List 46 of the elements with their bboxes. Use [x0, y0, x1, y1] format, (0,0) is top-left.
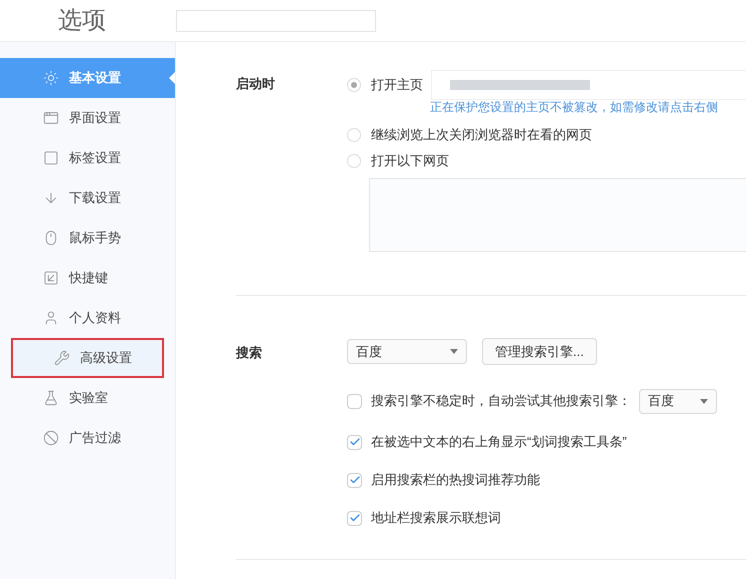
pages-field[interactable] — [369, 178, 746, 252]
sidebar-item[interactable]: 实验室 — [0, 378, 175, 418]
section-label: 启动时 — [236, 75, 276, 93]
tab-icon — [43, 150, 59, 166]
download-icon — [43, 190, 59, 206]
sidebar-item[interactable]: 下载设置 — [0, 178, 175, 218]
checkbox-label: 在被选中文本的右上角显示“划词搜索工具条” — [371, 433, 627, 452]
checkbox[interactable] — [347, 472, 362, 488]
sun-icon — [43, 70, 59, 86]
dropdown-arrow-icon — [450, 349, 458, 354]
radio-button[interactable] — [347, 78, 361, 92]
manage-engines-button[interactable]: 管理搜索引擎... — [482, 338, 597, 365]
radio-button[interactable] — [347, 128, 361, 142]
checkbox-label: 搜索引擎不稳定时，自动尝试其他搜索引擎： — [371, 392, 631, 410]
sidebar-item[interactable]: 标签设置 — [0, 138, 175, 178]
engine-dropdown[interactable]: 百度 — [347, 339, 467, 364]
checkbox[interactable] — [347, 434, 362, 450]
window-icon — [43, 110, 59, 126]
shortcut-icon — [43, 270, 59, 286]
engine-dropdown[interactable]: 百度 — [639, 388, 717, 414]
sidebar-item[interactable]: 界面设置 — [0, 98, 175, 138]
section-label: 搜索 — [236, 344, 263, 362]
sidebar-item[interactable]: 高级设置 — [11, 338, 164, 378]
radio-label: 打开以下网页 — [371, 152, 449, 170]
sidebar-item[interactable]: 广告过滤 — [0, 418, 175, 458]
flask-icon — [43, 390, 59, 406]
checkbox[interactable] — [347, 394, 362, 408]
checkbox-label: 启用搜索栏的热搜词推荐功能 — [371, 471, 540, 490]
ban-icon — [43, 430, 59, 446]
sidebar-item[interactable]: 快捷键 — [0, 258, 175, 298]
sidebar-item[interactable]: 个人资料 — [0, 298, 175, 338]
blurred-text-icon — [450, 80, 590, 90]
sidebar-item[interactable]: 鼠标手势 — [0, 218, 175, 258]
dropdown-arrow-icon — [700, 398, 708, 404]
radio-label: 打开主页 — [371, 76, 423, 94]
checkbox-label: 地址栏搜索展示联想词 — [371, 509, 501, 528]
mouse-icon — [43, 230, 59, 246]
hint-text: 正在保护您设置的主页不被篡改，如需修改请点击右侧 — [430, 99, 719, 116]
radio-label: 继续浏览上次关闭浏览器时在看的网页 — [371, 126, 592, 144]
checkbox[interactable] — [347, 510, 362, 526]
user-icon — [43, 310, 59, 326]
page-title: 选项 — [58, 6, 107, 36]
radio-button[interactable] — [347, 154, 361, 168]
search-field[interactable] — [176, 10, 376, 32]
homepage-field[interactable] — [431, 70, 746, 100]
wrench-icon — [54, 350, 70, 366]
